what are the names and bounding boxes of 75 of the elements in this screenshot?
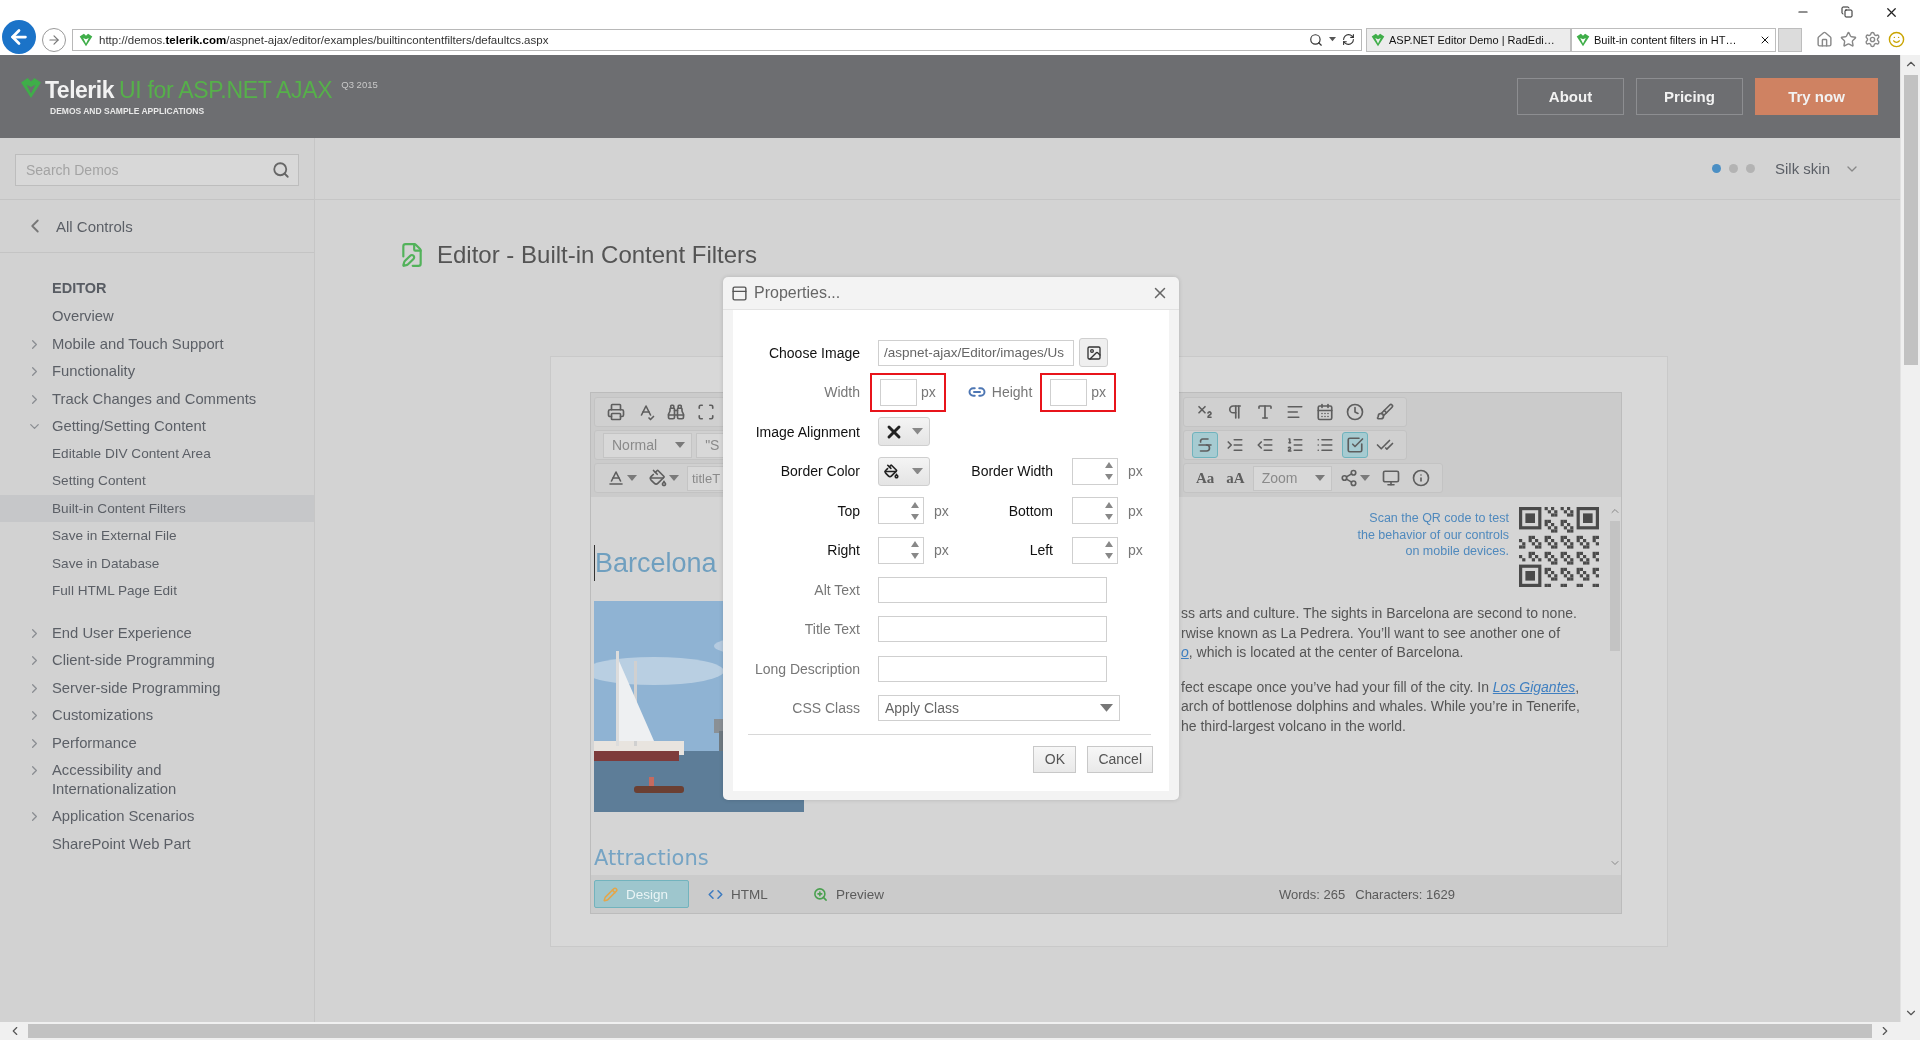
unit-label: px: [1091, 384, 1107, 400]
field-label: Top: [836, 502, 860, 519]
qr-note: Scan the QR code to test the behavior of our controls on mobile devices.: [1357, 510, 1509, 560]
unit-label: px: [921, 384, 936, 400]
browser-tab[interactable]: ASP.NET Editor Demo | RadEdi…: [1366, 27, 1571, 52]
nav-item[interactable]: Save in Database: [0, 549, 314, 577]
field-label: Image Alignment: [754, 423, 860, 440]
field-label: Width: [823, 384, 860, 400]
skin-selector[interactable]: Silk skin: [1775, 160, 1860, 177]
nav-item[interactable]: Accessibility and Internationalization: [0, 756, 314, 802]
back-link[interactable]: All Controls: [0, 200, 314, 253]
section-title: EDITOR: [51, 279, 108, 298]
nav-item[interactable]: Save in External File: [0, 522, 314, 550]
page-title: Editor - Built-in Content Filters: [437, 241, 758, 269]
class-select[interactable]: Apply Class: [878, 695, 1120, 721]
mode-tab[interactable]: Preview: [804, 880, 899, 908]
unit-label: px: [934, 542, 949, 558]
nav-item[interactable]: Application Scenarios: [0, 802, 314, 830]
unit-label: px: [1128, 502, 1143, 519]
nav-item[interactable]: Functionality: [0, 357, 314, 385]
nav-item[interactable]: Performance: [0, 728, 314, 756]
nav-item[interactable]: Full HTML Page Edit: [0, 577, 314, 605]
content-heading: Barcelona: [595, 547, 717, 579]
dialog-button[interactable]: Cancel: [1087, 745, 1153, 773]
url-text: http://demos.telerik.com/aspnet-ajax/editor/examples/builtincontentfilters/defaultcs.aspx: [99, 33, 550, 46]
content-subheading: Attractions: [594, 846, 710, 870]
toolbar-dropdown[interactable]: Normal: [603, 432, 693, 458]
toolbar-field[interactable]: titleT: [687, 465, 726, 491]
nav-item[interactable]: SharePoint Web Part: [0, 829, 314, 857]
nav-item[interactable]: Getting/Setting Content: [0, 412, 314, 440]
word-count: Characters: 1629: [1355, 886, 1455, 902]
dialog-button[interactable]: OK: [1033, 745, 1077, 773]
brand-name: Telerik: [45, 77, 114, 104]
browser-tab[interactable]: Built-in content filters in HT…: [1571, 27, 1776, 52]
text-link[interactable]: o: [1181, 644, 1189, 660]
nav-item[interactable]: Track Changes and Comments: [0, 384, 314, 412]
field-label: Border Color: [779, 463, 860, 479]
nav-item[interactable]: Mobile and Touch Support: [0, 329, 314, 357]
toolbar-dropdown[interactable]: Zoom: [1252, 465, 1333, 491]
unit-label: px: [1128, 542, 1143, 558]
nav-item[interactable]: Client-side Programming: [0, 646, 314, 674]
toolbar-button[interactable]: Aa: [1192, 465, 1219, 491]
header-button[interactable]: About: [1517, 78, 1624, 115]
address-bar[interactable]: http://demos.telerik.com/aspnet-ajax/editor/examples/builtincontentfilters/defaultcs.aspx: [72, 28, 1362, 51]
nav-item[interactable]: Built-in Content Filters: [0, 494, 314, 522]
unit-label: px: [1128, 463, 1143, 479]
field-label: Alt Text: [813, 581, 860, 598]
field-label: Border Width: [970, 463, 1053, 479]
image-path-field[interactable]: /aspnet-ajax/Editor/images/Us: [878, 339, 1074, 366]
tagline: DEMOS AND SAMPLE APPLICATIONS: [50, 106, 206, 116]
product-name: UI for ASP.NET AJAX: [118, 77, 333, 104]
toolbar-button[interactable]: aA: [1222, 465, 1249, 491]
nav-item[interactable]: Customizations: [0, 701, 314, 729]
field-label: Right: [826, 542, 860, 558]
version-label: Q3 2015: [341, 79, 378, 90]
header-button[interactable]: Try now: [1755, 78, 1878, 115]
field-label: Title Text: [803, 621, 860, 637]
nav-item[interactable]: Setting Content: [0, 467, 314, 495]
nav-item[interactable]: End User Experience: [0, 618, 314, 646]
dialog-title: Properties...: [754, 284, 842, 302]
field-label: Long Description: [753, 660, 860, 677]
field-label: Height: [991, 384, 1033, 400]
mode-tab[interactable]: HTML: [699, 880, 794, 908]
unit-label: px: [934, 502, 949, 519]
field-label: Bottom: [1007, 502, 1053, 519]
nav-item[interactable]: Overview: [0, 302, 314, 330]
field-label: CSS Class: [791, 700, 860, 716]
nav-item[interactable]: Server-side Programming: [0, 673, 314, 701]
paragraph: fect escape once you’ve had your fill of the city. In Los Gigantes, arch of bottlenose dolphins and whales. While you’re in Tenerife, he third-largest volcano in the world.: [1181, 677, 1581, 736]
field-label: Choose Image: [767, 344, 860, 361]
paragraph: ss arts and culture. The sights in Barcelona are second to none. rwise known as La Pedrera. You’ll want to see another one of o, which is located at the center of Barcelona.: [1181, 604, 1578, 662]
header-button[interactable]: Pricing: [1636, 78, 1743, 115]
word-count: Words: 265: [1279, 886, 1346, 902]
field-label: Left: [1028, 542, 1053, 558]
nav-item[interactable]: Editable DIV Content Area: [0, 439, 314, 467]
